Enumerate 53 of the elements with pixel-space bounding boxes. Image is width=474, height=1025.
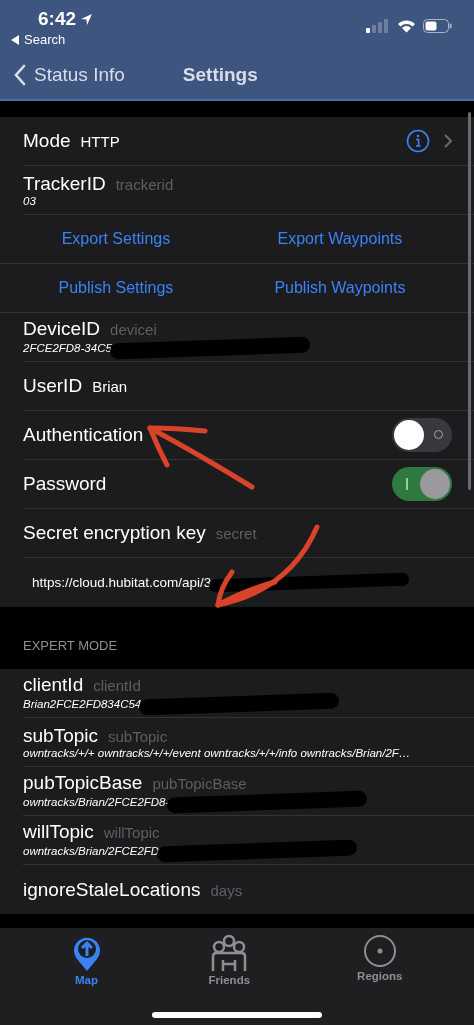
field-value: 03 [23,195,36,207]
toggle-switch[interactable] [392,418,452,452]
field-label: Secret encryption key [23,522,206,544]
field-label: DeviceID [23,318,101,340]
action-button[interactable]: Publish Settings [54,275,178,301]
text-field[interactable]: pubTopicBase [152,775,247,792]
toggle-label: Authentication [23,424,144,446]
text-field[interactable]: willTopic [103,824,160,841]
field-value: owntracks/Brian/2FCE2FD [23,845,160,857]
field-value: Brian2FCE2FD834C54 [23,698,142,710]
wifi-icon [397,19,416,33]
field-value: 2FCE2FD8-34C5 [23,342,112,354]
back-to-app-link[interactable]: Search [11,32,94,47]
text-field[interactable]: subTopic [108,728,168,745]
back-chevron-icon [14,64,26,86]
section-header: EXPERT MODE [23,638,118,653]
toggle-label: Password [23,473,107,495]
action-button[interactable]: Publish Waypoints [270,275,410,301]
field-label: UserID [23,375,83,397]
back-button[interactable]: Status Info [14,64,125,86]
field-value: Brian [92,378,128,395]
tab-bar-item[interactable]: Friends [202,934,257,990]
screen-title: Settings [182,64,258,86]
action-button[interactable]: Export Settings [57,226,175,252]
target-circle-icon [362,934,397,968]
field-label: ignoreStaleLocations [23,878,201,901]
tab-bar-item[interactable]: Map [65,934,108,990]
people-group-icon [210,934,249,972]
caret-icon [11,34,20,45]
text-field[interactable]: secret [215,525,257,542]
action-button[interactable]: Export Waypoints [273,226,407,252]
tab-bar-item[interactable]: Regions [351,934,409,990]
field-label: clientId [23,674,84,696]
location-arrow-icon [80,12,94,26]
info-icon[interactable] [406,129,430,153]
field-label: willTopic [23,821,94,843]
url-value: https://cloud.hubitat.com/api/3 [32,575,212,590]
field-value: owntracks/Brian/2FCE2FD8- [23,796,170,808]
clock-time: 6:42 [38,8,77,30]
chevron-icon [444,134,452,148]
toggle-switch[interactable] [392,467,452,501]
battery-icon [423,19,452,33]
field-label: subTopic [23,725,98,747]
field-label: TrackerID [23,173,106,195]
field-label: Mode [23,130,71,152]
text-field[interactable]: days [210,881,243,899]
signal-icon [366,19,390,33]
field-value: HTTP [80,133,120,150]
field-label: pubTopicBase [23,772,143,794]
field-value: owntracks/+/+ owntracks/+/+/event owntracks/+/+/info owntracks/Brian/2F… [23,747,411,759]
text-field[interactable]: clientId [93,677,141,694]
text-field[interactable]: trackerid [115,176,174,193]
text-field[interactable]: devicei [110,321,157,338]
